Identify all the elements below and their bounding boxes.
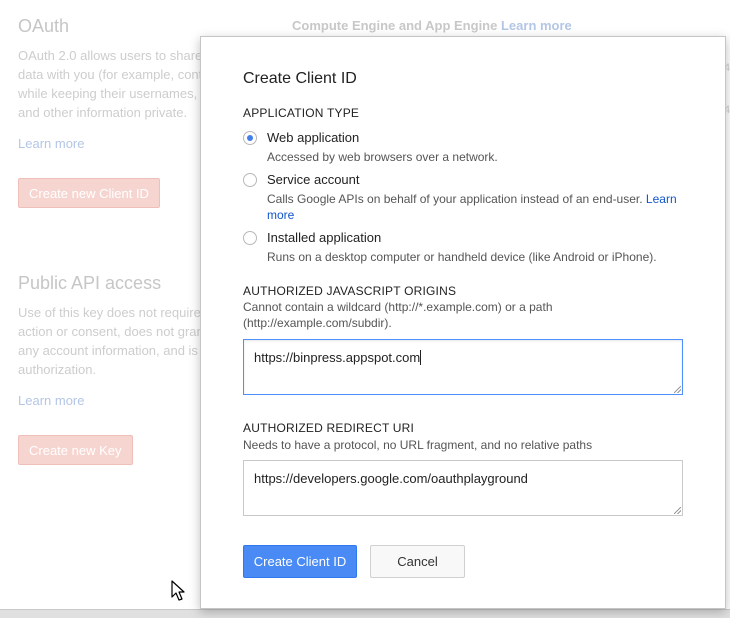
public-api-line: action or consent, does not gran xyxy=(18,324,204,339)
redirect-uri-value: https://developers.google.com/oauthplayg… xyxy=(254,471,528,486)
create-new-client-id-button[interactable]: Create new Client ID xyxy=(18,178,160,208)
redirect-uri-hint: Needs to have a protocol, no URL fragmen… xyxy=(243,438,593,452)
radio-label[interactable]: Installed application xyxy=(267,230,381,245)
compute-engine-learn-more-link[interactable]: Learn more xyxy=(501,18,572,33)
public-api-line: Use of this key does not require xyxy=(18,305,201,320)
dialog-title: Create Client ID xyxy=(243,70,357,87)
radio-button[interactable] xyxy=(243,131,257,145)
oauth-line: data with you (for example, cont xyxy=(18,67,203,82)
cancel-button[interactable]: Cancel xyxy=(370,545,465,578)
resize-handle-icon[interactable] xyxy=(674,386,681,393)
compute-engine-text: Compute Engine and App Engine xyxy=(292,18,498,33)
oauth-line: and other information private. xyxy=(18,105,188,120)
js-origins-hint: Cannot contain a wildcard (http://*.exam… xyxy=(243,300,553,330)
public-api-title: Public API access xyxy=(18,273,162,293)
radio-description: Accessed by web browsers over a network. xyxy=(267,150,498,164)
redirect-uri-heading: AUTHORIZED REDIRECT URI xyxy=(243,421,415,435)
oauth-line: OAuth 2.0 allows users to share xyxy=(18,48,203,63)
oauth-learn-more-link[interactable]: Learn more xyxy=(18,136,84,151)
radio-description: Runs on a desktop computer or handheld d… xyxy=(267,250,657,264)
radio-label[interactable]: Service account xyxy=(267,172,360,187)
radio-button[interactable] xyxy=(243,173,257,187)
radio-button[interactable] xyxy=(243,231,257,245)
redirect-uri-textarea[interactable]: https://developers.google.com/oauthplayg… xyxy=(243,460,683,516)
application-type-heading: APPLICATION TYPE xyxy=(243,106,360,120)
service-account-desc-text: Calls Google APIs on behalf of your appl… xyxy=(267,192,643,206)
oauth-line: while keeping their usernames, p xyxy=(18,86,208,101)
public-api-line: any account information, and is xyxy=(18,343,198,358)
js-origins-heading: AUTHORIZED JAVASCRIPT ORIGINS xyxy=(243,284,457,298)
create-new-key-button[interactable]: Create new Key xyxy=(18,435,133,465)
radio-label[interactable]: Web application xyxy=(267,130,359,145)
oauth-title: OAuth xyxy=(18,16,70,36)
resize-handle-icon[interactable] xyxy=(674,507,681,514)
text-caret xyxy=(420,350,422,365)
js-origins-textarea[interactable]: https://binpress.appspot.com xyxy=(243,339,683,395)
radio-description: Calls Google APIs on behalf of your appl… xyxy=(267,191,687,223)
compute-engine-note: Compute Engine and App Engine Learn more xyxy=(292,18,572,33)
create-client-id-dialog: Create Client ID APPLICATION TYPE Web ap… xyxy=(200,36,726,609)
js-origins-value: https://binpress.appspot.com xyxy=(254,350,421,365)
public-api-learn-more-link[interactable]: Learn more xyxy=(18,393,84,408)
create-client-id-button[interactable]: Create Client ID xyxy=(243,545,357,578)
public-api-line: authorization. xyxy=(18,362,97,377)
mouse-pointer-icon xyxy=(171,580,185,601)
